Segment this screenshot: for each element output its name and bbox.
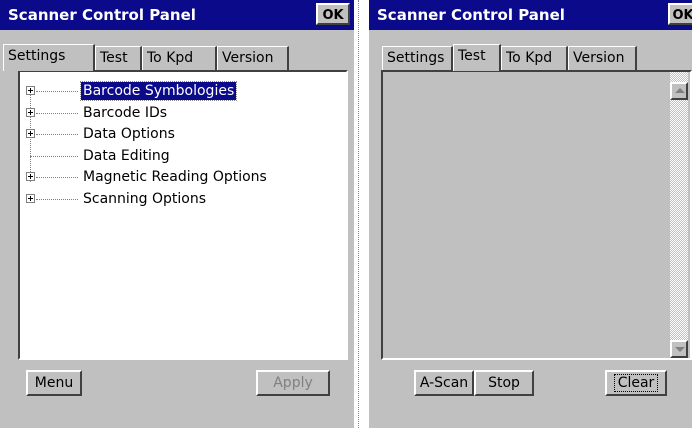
tree-item-label: Data Options xyxy=(83,126,175,142)
scanner-control-panel-test-window: Scanner Control Panel OK Settings Test T… xyxy=(369,0,692,428)
tree-item-label: Barcode IDs xyxy=(83,105,168,121)
clear-button[interactable]: Clear xyxy=(605,370,667,396)
tree-item-label: Data Editing xyxy=(83,148,170,164)
title-bar: Scanner Control Panel OK xyxy=(0,0,354,30)
tab-test[interactable]: Test xyxy=(95,46,142,70)
tab-to-kpd[interactable]: To Kpd xyxy=(501,46,568,70)
expand-plus-icon[interactable] xyxy=(26,172,35,181)
tab-to-kpd[interactable]: To Kpd xyxy=(142,46,217,70)
tab-settings[interactable]: Settings xyxy=(3,44,95,71)
settings-tree-view[interactable]: Barcode Symbologies Barcode IDs Data Opt… xyxy=(18,70,348,360)
scroll-down-arrow-icon xyxy=(675,347,685,352)
tab-version[interactable]: Version xyxy=(217,46,289,70)
tab-test[interactable]: Test xyxy=(453,44,501,71)
scan-output-area[interactable] xyxy=(381,70,692,360)
stop-button[interactable]: Stop xyxy=(474,370,534,396)
apply-button[interactable]: Apply xyxy=(256,370,330,396)
scanner-control-panel-settings-window: Scanner Control Panel OK Settings Test T… xyxy=(0,0,354,428)
panel-divider xyxy=(358,0,359,428)
ok-button[interactable]: OK xyxy=(668,3,692,25)
expand-plus-icon[interactable] xyxy=(26,108,35,117)
tab-settings[interactable]: Settings xyxy=(382,46,453,70)
scroll-up-button[interactable] xyxy=(670,82,688,100)
vertical-scrollbar[interactable] xyxy=(670,72,688,358)
expand-plus-icon[interactable] xyxy=(26,86,35,95)
window-title: Scanner Control Panel xyxy=(377,6,565,24)
menu-button[interactable]: Menu xyxy=(26,370,82,396)
clear-button-label: Clear xyxy=(613,374,659,392)
title-bar: Scanner Control Panel OK xyxy=(369,0,692,30)
tree-item-label: Magnetic Reading Options xyxy=(83,169,267,185)
tree-item-label: Scanning Options xyxy=(83,191,207,207)
scroll-down-button[interactable] xyxy=(670,340,688,358)
tab-version[interactable]: Version xyxy=(568,46,637,70)
ok-button[interactable]: OK xyxy=(316,3,350,25)
tree-item-label: Barcode Symbologies xyxy=(79,81,238,101)
a-scan-button[interactable]: A-Scan xyxy=(414,370,474,396)
expand-plus-icon[interactable] xyxy=(26,129,35,138)
expand-plus-icon[interactable] xyxy=(26,194,35,203)
scroll-up-arrow-icon xyxy=(675,88,685,93)
window-title: Scanner Control Panel xyxy=(8,6,196,24)
